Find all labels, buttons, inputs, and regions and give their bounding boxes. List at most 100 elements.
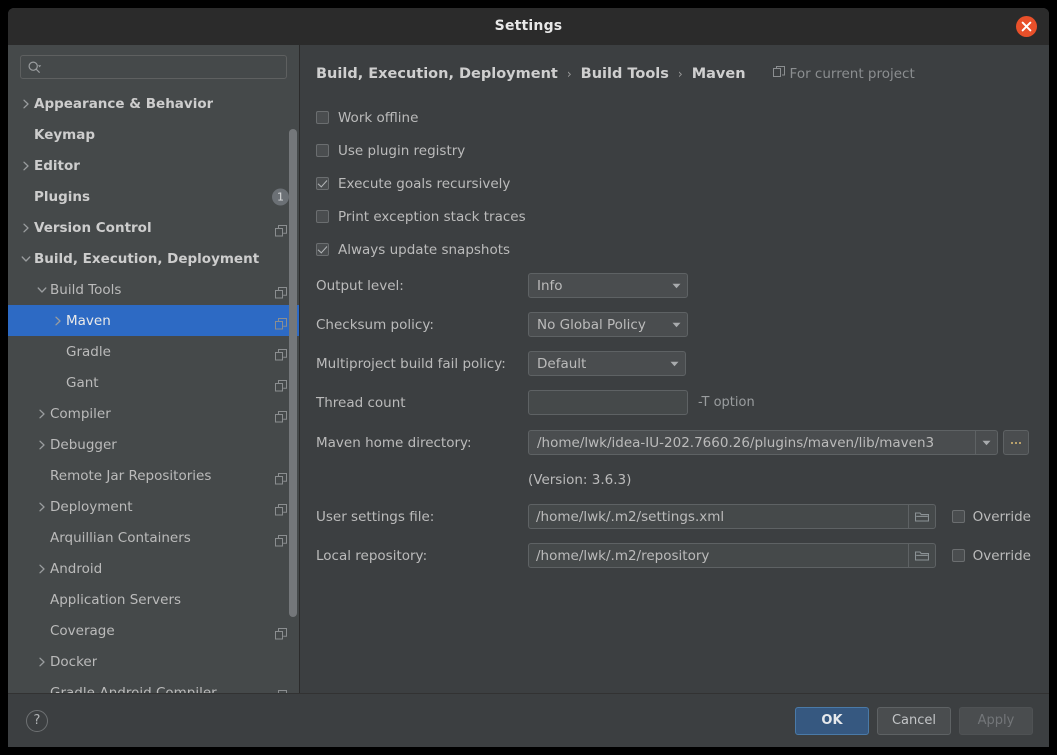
sidebar-item-label: Gant [66,374,99,391]
checkbox-label: Work offline [338,109,419,126]
checkbox-unchecked-icon[interactable] [316,144,329,157]
chevron-right-icon[interactable] [34,654,50,670]
sidebar-item-version-control[interactable]: Version Control [8,212,299,243]
override-label: Override [972,547,1031,564]
sidebar-item-android[interactable]: Android [8,553,299,584]
maven-home-label: Maven home directory: [316,434,472,451]
chevron-right-icon[interactable] [34,437,50,453]
path-input-user-settings-file[interactable]: /home/lwk/.m2/settings.xml [528,504,936,529]
sidebar-item-coverage[interactable]: Coverage [8,615,299,646]
form-row: Output level: Info [316,266,1031,305]
combo-output-level[interactable]: Info [528,273,688,298]
folder-icon[interactable] [907,505,935,528]
combo-multiproject-build-fail-policy[interactable]: Default [528,351,686,376]
maven-home-browse-button[interactable] [1003,430,1029,455]
override-checkbox-local-repository[interactable]: Override [951,547,1031,564]
search-icon [27,60,42,75]
chevron-down-icon[interactable] [665,283,687,289]
checkbox-checked-icon[interactable] [316,243,329,256]
chevron-right-icon[interactable] [18,158,34,174]
title-bar: Settings [8,8,1049,45]
sidebar-item-application-servers[interactable]: Application Servers [8,584,299,615]
checkbox-unchecked-icon[interactable] [951,510,965,523]
chevron-right-icon[interactable] [18,96,34,112]
chevron-down-icon[interactable] [18,251,34,267]
combo-checksum-policy[interactable]: No Global Policy [528,312,688,337]
sidebar-item-appearance-behavior[interactable]: Appearance & Behavior [8,88,299,119]
sidebar-item-maven[interactable]: Maven [8,305,299,336]
chevron-down-icon[interactable] [665,322,687,328]
checkbox-execute-goals-recursively[interactable]: Execute goals recursively [316,167,1031,200]
sidebar-item-gradle-android-compiler[interactable]: Gradle-Android Compiler [8,677,299,693]
sidebar-item-label: Gradle [66,343,111,360]
sidebar-item-build-tools[interactable]: Build Tools [8,274,299,305]
path-label: Local repository: [316,547,428,564]
combo-value: Default [537,355,587,372]
cancel-button[interactable]: Cancel [876,706,951,735]
form-row: Checksum policy: No Global Policy [316,305,1031,344]
checkbox-use-plugin-registry[interactable]: Use plugin registry [316,134,1031,167]
sidebar-item-label: Arquillian Containers [50,529,191,546]
sidebar-item-debugger[interactable]: Debugger [8,429,299,460]
apply-button[interactable]: Apply [959,706,1033,735]
checkbox-work-offline[interactable]: Work offline [316,101,1031,134]
sidebar-item-keymap[interactable]: Keymap [8,119,299,150]
chevron-down-icon[interactable] [975,431,997,454]
breadcrumb-item-1[interactable]: Build Tools [581,66,669,82]
maven-home-combo[interactable]: /home/lwk/idea-IU-202.7660.26/plugins/ma… [528,430,998,455]
thread-count-input[interactable] [528,390,688,415]
help-button[interactable]: ? [26,709,48,732]
search-box[interactable] [20,55,287,79]
ok-button[interactable]: OK [794,706,869,735]
scope-indicator[interactable]: For current project [772,66,915,82]
chevron-right-icon[interactable] [50,313,66,329]
sidebar-item-build-execution-deployment[interactable]: Build, Execution, Deployment [8,243,299,274]
combo-value: No Global Policy [537,316,646,333]
folder-icon[interactable] [907,544,935,567]
checkbox-print-exception-stack-traces[interactable]: Print exception stack traces [316,200,1031,233]
override-checkbox-user-settings-file[interactable]: Override [951,508,1031,525]
sidebar-item-compiler[interactable]: Compiler [8,398,299,429]
sidebar-item-gant[interactable]: Gant [8,367,299,398]
chevron-right-icon[interactable] [34,499,50,515]
checkbox-label: Use plugin registry [338,142,466,159]
checkbox-checked-icon[interactable] [316,177,329,190]
sidebar-item-editor[interactable]: Editor [8,150,299,181]
sidebar-item-remote-jar-repositories[interactable]: Remote Jar Repositories [8,460,299,491]
breadcrumb-item-0[interactable]: Build, Execution, Deployment [316,66,558,82]
form-row: Multiproject build fail policy: Default [316,344,1031,383]
checkbox-unchecked-icon[interactable] [951,549,965,562]
chevron-down-icon[interactable] [663,361,685,367]
chevron-right-icon[interactable] [34,561,50,577]
project-scope-icon [275,284,287,298]
maven-home-value: /home/lwk/idea-IU-202.7660.26/plugins/ma… [537,434,935,451]
project-scope-icon [275,687,287,693]
override-label: Override [972,508,1031,525]
close-icon[interactable] [1016,16,1037,37]
sidebar-item-plugins[interactable]: Plugins 1 [8,181,299,212]
path-input-local-repository[interactable]: /home/lwk/.m2/repository [528,543,936,568]
search-input[interactable] [42,60,280,74]
chevron-right-icon[interactable] [18,220,34,236]
chevron-down-icon[interactable] [34,282,50,298]
sidebar-item-arquillian-containers[interactable]: Arquillian Containers [8,522,299,553]
sidebar-scrollbar-thumb[interactable] [289,129,297,617]
checkbox-always-update-snapshots[interactable]: Always update snapshots [316,233,1031,266]
checkbox-label: Always update snapshots [338,241,511,258]
project-scope-icon [275,222,287,236]
checkbox-unchecked-icon[interactable] [316,111,329,124]
sidebar-item-docker[interactable]: Docker [8,646,299,677]
sidebar-scrollbar-track[interactable] [288,87,298,693]
maven-options-checkbox-group: Work offline Use plugin registry Execute g… [316,101,1031,266]
dialog-body: Appearance & Behavior Keymap Editor Plugins… [8,45,1049,693]
sidebar-item-label: Gradle-Android Compiler [50,684,217,694]
sidebar-item-gradle[interactable]: Gradle [8,336,299,367]
chevron-right-icon[interactable] [34,406,50,422]
checkbox-unchecked-icon[interactable] [316,210,329,223]
sidebar-item-deployment[interactable]: Deployment [8,491,299,522]
